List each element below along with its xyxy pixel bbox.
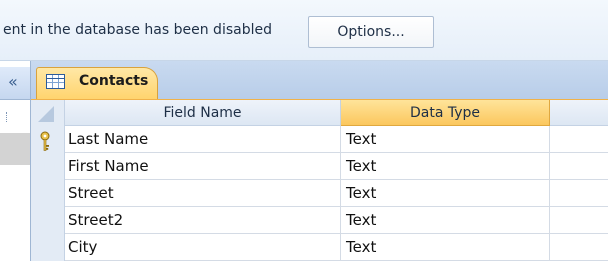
field-name-cell[interactable]: First Name [65, 153, 341, 180]
column-header-field-name[interactable]: Field Name [65, 100, 341, 126]
column-header-data-type[interactable]: Data Type [341, 100, 550, 126]
description-cell[interactable] [550, 207, 608, 234]
data-type-cell[interactable]: Text [341, 153, 550, 180]
table-design-grid: Field Name Data Type Last Name Text Firs… [31, 100, 608, 261]
row-selector-column [31, 100, 65, 261]
description-cell[interactable] [550, 126, 608, 153]
options-button[interactable]: Options... [308, 16, 434, 48]
field-name-cell[interactable]: Street2 [65, 207, 341, 234]
table-icon [46, 74, 65, 89]
data-type-cell[interactable]: Text [341, 126, 550, 153]
nav-divider [6, 112, 9, 122]
table-row[interactable]: City Text [65, 234, 608, 261]
table-row[interactable]: Street Text [65, 180, 608, 207]
data-type-cell[interactable]: Text [341, 180, 550, 207]
field-name-cell[interactable]: Street [65, 180, 341, 207]
data-type-cell[interactable]: Text [341, 207, 550, 234]
nav-selected-item[interactable] [0, 133, 30, 165]
description-cell[interactable] [550, 180, 608, 207]
select-all-corner[interactable] [38, 106, 54, 122]
document-tab-strip: Contacts [31, 61, 608, 100]
chevrons-left-icon[interactable]: « [8, 72, 18, 92]
navigation-pane-header: « [0, 67, 30, 100]
table-row[interactable]: Street2 Text [65, 207, 608, 234]
security-message-bar: ent in the database has been disabled Op… [0, 0, 608, 61]
data-type-cell[interactable]: Text [341, 234, 550, 261]
description-cell[interactable] [550, 234, 608, 261]
security-warning-text: ent in the database has been disabled [3, 22, 272, 38]
table-row[interactable]: Last Name Text [65, 126, 608, 153]
description-cell[interactable] [550, 153, 608, 180]
tab-label: Contacts [79, 73, 149, 89]
field-name-cell[interactable]: City [65, 234, 341, 261]
tab-contacts[interactable]: Contacts [36, 67, 158, 99]
field-name-cell[interactable]: Last Name [65, 126, 341, 153]
key-icon [40, 131, 50, 151]
navigation-pane: « [0, 61, 31, 261]
column-header-description[interactable] [550, 100, 608, 126]
table-row[interactable]: First Name Text [65, 153, 608, 180]
